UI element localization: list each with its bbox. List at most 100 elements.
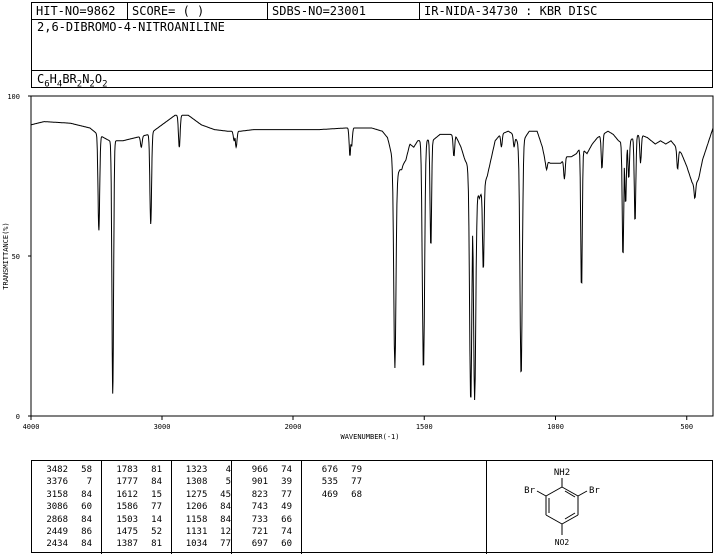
peak-wavenumber: 823 bbox=[251, 489, 268, 500]
peak-row: 2434 84 bbox=[32, 538, 101, 550]
peak-transmittance: 52 bbox=[151, 527, 162, 538]
bromo-right-label: Br bbox=[589, 486, 600, 496]
peak-wavenumber: 1783 bbox=[116, 465, 138, 475]
peak-row: 676 79 bbox=[302, 464, 486, 476]
plot-frame bbox=[30, 95, 714, 417]
peak-wavenumber: 1131 bbox=[185, 527, 208, 538]
peak-wavenumber: 743 bbox=[251, 502, 268, 513]
peak-wavenumber: 2449 bbox=[46, 527, 68, 538]
x-tick-label: 2000 bbox=[285, 423, 302, 431]
peak-transmittance: 84 bbox=[220, 514, 231, 525]
peak-row: 1323 4 bbox=[172, 464, 231, 476]
peak-wavenumber: 721 bbox=[251, 527, 268, 538]
peak-wavenumber: 1308 bbox=[185, 477, 208, 488]
peak-wavenumber: 676 bbox=[321, 465, 338, 475]
peak-transmittance: 68 bbox=[351, 489, 362, 500]
peak-row: 469 68 bbox=[302, 489, 486, 501]
peak-row: 2449 86 bbox=[32, 526, 101, 538]
peak-wavenumber: 2868 bbox=[46, 514, 68, 525]
peak-wavenumber: 901 bbox=[251, 477, 268, 488]
peak-transmittance: 84 bbox=[81, 539, 92, 550]
peak-table: 3482 58 3376 7 3158 84 3086 60 2868 84 2449 86 2434 8… bbox=[31, 460, 713, 554]
peak-row: 1308 5 bbox=[172, 476, 231, 488]
peak-row: 697 60 bbox=[232, 538, 301, 550]
structure-drawing: NH2 Br Br NO2 bbox=[524, 468, 600, 547]
peak-wavenumber: 469 bbox=[321, 489, 338, 500]
peak-wavenumber: 1475 bbox=[116, 527, 138, 538]
x-tick-label: 1500 bbox=[416, 423, 433, 431]
peak-row: 901 39 bbox=[232, 476, 301, 488]
spectrum-line bbox=[30, 114, 714, 401]
bromo-left-label: Br bbox=[524, 486, 535, 496]
peak-wavenumber: 733 bbox=[251, 514, 268, 525]
peak-column: 3482 58 3376 7 3158 84 3086 60 2868 84 2449 86 2434 8… bbox=[32, 461, 102, 554]
nitro-group-label: NO2 bbox=[555, 538, 570, 547]
peak-transmittance: 5 bbox=[225, 477, 231, 488]
peak-transmittance: 49 bbox=[281, 502, 292, 513]
amino-group-label: NH2 bbox=[554, 468, 570, 478]
y-axis-ticks: 100 50 0 bbox=[7, 93, 31, 421]
x-tick-label: 1000 bbox=[547, 423, 564, 431]
peak-transmittance: 81 bbox=[151, 465, 162, 475]
peak-wavenumber: 1612 bbox=[116, 489, 138, 500]
peak-wavenumber: 1503 bbox=[116, 514, 138, 525]
x-tick-label: 4000 bbox=[23, 423, 40, 431]
peak-transmittance: 14 bbox=[151, 514, 162, 525]
peak-transmittance: 60 bbox=[281, 539, 292, 550]
peak-transmittance: 15 bbox=[151, 489, 162, 500]
peak-wavenumber: 535 bbox=[321, 477, 338, 488]
peak-wavenumber: 1158 bbox=[185, 514, 208, 525]
peak-transmittance: 77 bbox=[220, 539, 231, 550]
peak-row: 1387 81 bbox=[102, 538, 171, 550]
peak-wavenumber: 3086 bbox=[46, 502, 68, 513]
x-axis-label: WAVENUMBER(-1) bbox=[340, 433, 399, 441]
peak-row: 1612 15 bbox=[102, 489, 171, 501]
peak-row: 3158 84 bbox=[32, 489, 101, 501]
peak-row: 966 74 bbox=[232, 464, 301, 476]
peak-wavenumber: 966 bbox=[251, 465, 268, 475]
benzene-ring bbox=[536, 478, 588, 535]
peak-transmittance: 84 bbox=[220, 502, 231, 513]
peak-wavenumber: 1206 bbox=[185, 502, 208, 513]
peak-transmittance: 74 bbox=[281, 527, 292, 538]
peak-wavenumber: 2434 bbox=[46, 539, 68, 550]
peak-row: 1586 77 bbox=[102, 501, 171, 513]
peak-column: 1323 4 1308 5 1275 45 1206 84 1158 84 1131 12 1034 77 bbox=[172, 461, 232, 554]
peak-transmittance: 7 bbox=[86, 477, 92, 488]
peak-row: 3376 7 bbox=[32, 476, 101, 488]
x-tick-label: 3000 bbox=[154, 423, 171, 431]
peak-row: 1275 45 bbox=[172, 489, 231, 501]
peak-column: 1783 81 1777 84 1612 15 1586 77 1503 14 1475 52 1387… bbox=[102, 461, 172, 554]
peak-wavenumber: 1275 bbox=[185, 489, 208, 500]
peak-wavenumber: 3158 bbox=[46, 489, 68, 500]
peak-transmittance: 12 bbox=[220, 527, 231, 538]
peak-transmittance: 81 bbox=[151, 539, 162, 550]
peak-transmittance: 84 bbox=[81, 489, 92, 500]
peak-wavenumber: 1387 bbox=[116, 539, 138, 550]
peak-row: 823 77 bbox=[232, 489, 301, 501]
peak-row: 1206 84 bbox=[172, 501, 231, 513]
peak-row: 1475 52 bbox=[102, 526, 171, 538]
peak-row: 3482 58 bbox=[32, 464, 101, 476]
peak-row: 1131 12 bbox=[172, 526, 231, 538]
peak-transmittance: 39 bbox=[281, 477, 292, 488]
peak-transmittance: 45 bbox=[220, 489, 231, 500]
peak-row: 2868 84 bbox=[32, 514, 101, 526]
peak-transmittance: 84 bbox=[81, 514, 92, 525]
peak-wavenumber: 1586 bbox=[116, 502, 138, 513]
peak-row: 1783 81 bbox=[102, 464, 171, 476]
peak-row: 743 49 bbox=[232, 501, 301, 513]
x-tick-label: 500 bbox=[680, 423, 693, 431]
peak-row: 3086 60 bbox=[32, 501, 101, 513]
peak-row: 1503 14 bbox=[102, 514, 171, 526]
peak-column: 676 79 535 77 469 68 bbox=[302, 461, 487, 554]
peak-transmittance: 84 bbox=[151, 477, 162, 488]
peak-transmittance: 77 bbox=[151, 502, 162, 513]
ir-spectrum-chart: 100500 4000 3000 2000 1500 1000 500 TRANSMITT… bbox=[2, 93, 714, 441]
x-axis-ticks: 4000 3000 2000 1500 1000 500 bbox=[23, 416, 693, 431]
peak-row: 721 74 bbox=[232, 526, 301, 538]
peak-transmittance: 4 bbox=[225, 465, 231, 475]
peak-column: 966 74 901 39 823 77 743 49 733 66 721 74 697 60 bbox=[232, 461, 302, 554]
peak-row: 535 77 bbox=[302, 476, 486, 488]
peak-transmittance: 58 bbox=[81, 465, 92, 475]
